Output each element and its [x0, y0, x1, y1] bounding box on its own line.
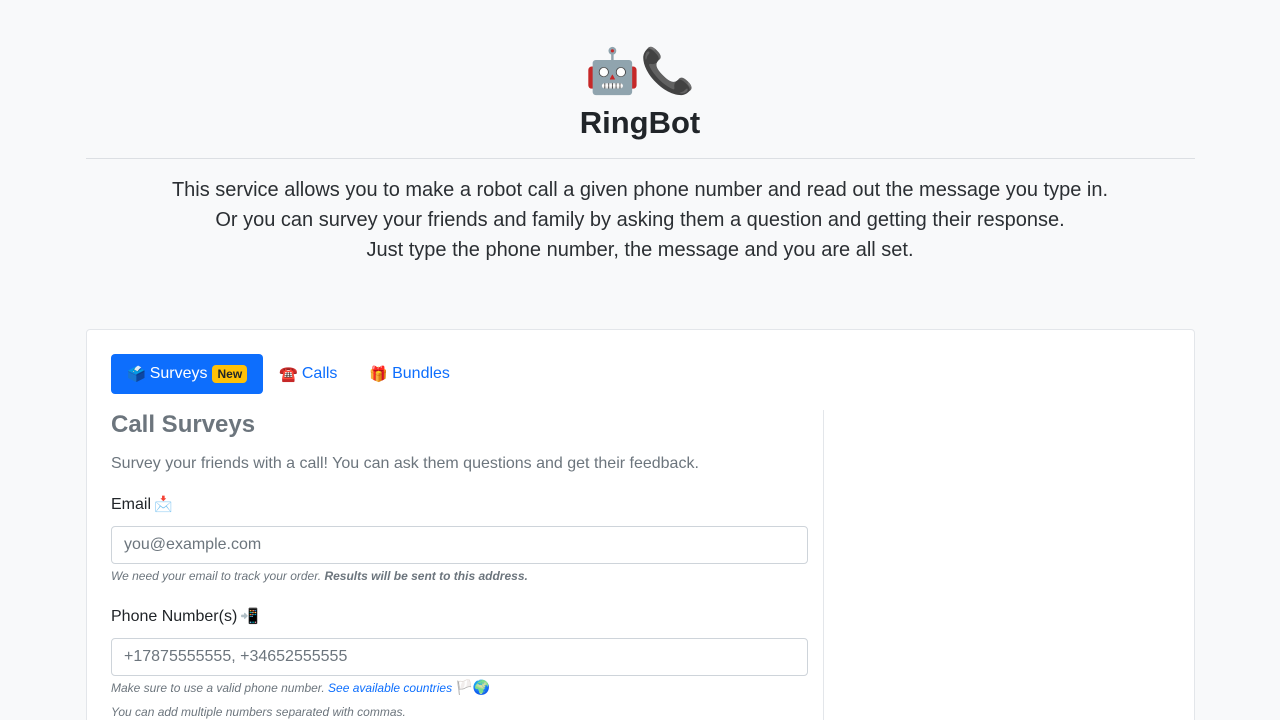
intro-text: This service allows you to make a robot …: [0, 175, 1280, 265]
email-help: We need your email to track your order. …: [111, 568, 808, 584]
intro-line: This service allows you to make a robot …: [171, 179, 1109, 201]
phone-label: Phone Number(s) 📲: [111, 606, 808, 627]
column-divider: [823, 410, 824, 720]
phone-help-text: Make sure to use a valid phone number.: [111, 681, 325, 695]
email-help-text: We need your email to track your order.: [111, 569, 322, 583]
gift-icon: 🎁: [369, 365, 389, 383]
intro-line: Or you can survey your friends and famil…: [215, 209, 1065, 231]
section-title: Call Surveys: [111, 411, 256, 438]
tab-bar: 🗳️ Surveys New ☎️ Calls 🎁 Bundles: [111, 354, 466, 394]
tab-calls[interactable]: ☎️ Calls: [263, 354, 353, 394]
tab-surveys[interactable]: 🗳️ Surveys New: [111, 354, 264, 394]
flag-globe-icon: 🏳️🌍: [455, 680, 491, 696]
telephone-icon: ☎️: [279, 365, 298, 383]
phone-help: Make sure to use a valid phone number. S…: [111, 680, 808, 696]
email-help-bold: Results will be sent to this address.: [324, 569, 528, 583]
survey-form: Call Surveys Survey your friends with a …: [111, 410, 808, 720]
phone-field[interactable]: [111, 638, 808, 676]
tab-label: Bundles: [392, 365, 450, 382]
phone-label-text: Phone Number(s): [111, 608, 238, 625]
email-field[interactable]: [111, 526, 808, 564]
email-label-text: Email: [111, 496, 152, 513]
ballot-box-icon: 🗳️: [127, 365, 146, 383]
phone-help-multiple: You can add multiple numbers separated w…: [111, 705, 406, 719]
new-badge: New: [212, 365, 248, 383]
logo: 🤖📞: [585, 46, 695, 97]
email-label: Email 📩: [111, 494, 808, 515]
page-title: RingBot: [579, 105, 701, 140]
header-divider: [86, 158, 1195, 159]
main-card: 🗳️ Surveys New ☎️ Calls 🎁 Bundles Call S…: [86, 329, 1195, 720]
section-description: Survey your friends with a call! You can…: [111, 455, 699, 472]
tab-label: Calls: [301, 365, 338, 382]
tab-label: Surveys: [149, 365, 208, 382]
envelope-icon: 📩: [154, 495, 173, 513]
mobile-phone-icon: 📲: [240, 607, 259, 625]
tab-bundles[interactable]: 🎁 Bundles: [353, 354, 466, 394]
available-countries-link[interactable]: See available countries: [328, 681, 452, 695]
intro-line: Just type the phone number, the message …: [366, 239, 914, 261]
